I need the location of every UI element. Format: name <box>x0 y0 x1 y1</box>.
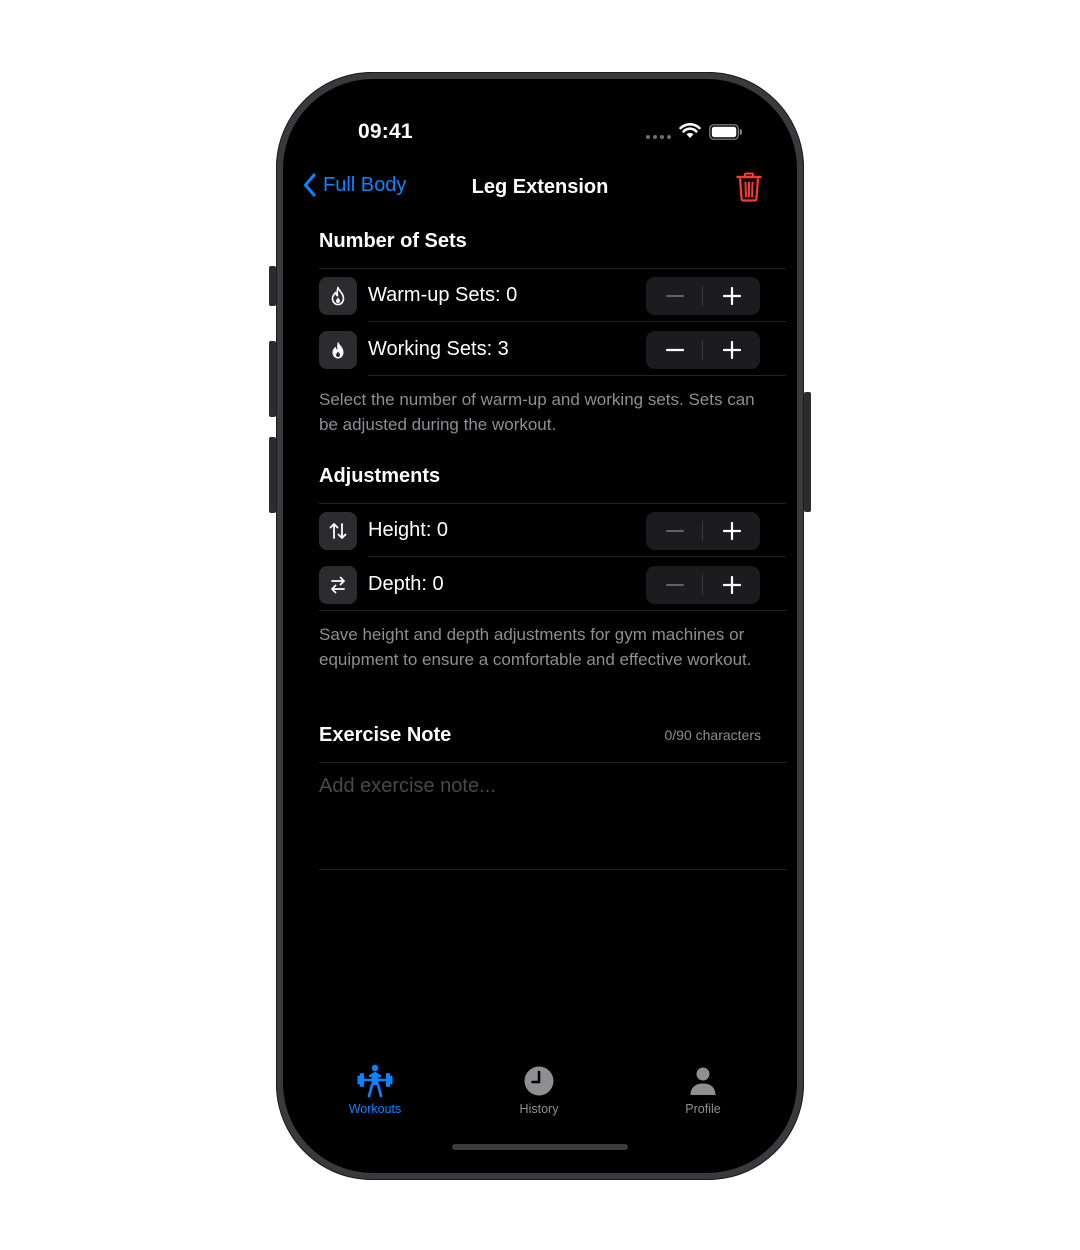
clock-icon <box>524 1066 554 1096</box>
sets-section-header: Number of Sets <box>319 230 467 252</box>
arrows-up-down-icon <box>319 512 357 550</box>
warmup-sets-stepper <box>646 277 760 315</box>
note-character-count: 0/90 characters <box>664 727 762 743</box>
delete-exercise-button[interactable] <box>736 172 762 207</box>
flame-filled-icon <box>319 331 357 369</box>
warmup-sets-decrement-button[interactable] <box>646 277 703 315</box>
sets-section-footer: Select the number of warm-up and working… <box>319 390 755 434</box>
divider <box>319 503 786 504</box>
cellular-signal-icon <box>646 135 671 139</box>
depth-stepper <box>646 566 760 604</box>
divider <box>368 375 786 376</box>
tab-history-label: History <box>519 1102 559 1116</box>
divider <box>319 268 786 269</box>
weightlifter-icon <box>357 1064 393 1098</box>
depth-row: Depth: 0 <box>319 565 761 605</box>
minus-icon <box>665 530 684 532</box>
depth-label: Depth: 0 <box>368 573 444 595</box>
height-label: Height: 0 <box>368 519 449 541</box>
exercise-note-input[interactable] <box>319 775 759 855</box>
height-increment-button[interactable] <box>703 512 760 550</box>
battery-icon <box>709 124 742 140</box>
app-screen: 09:41 Full Body Leg Extension Number of … <box>283 79 797 1173</box>
status-time: 09:41 <box>358 120 413 143</box>
height-stepper <box>646 512 760 550</box>
minus-icon <box>665 348 684 352</box>
warmup-sets-row: Warm-up Sets: 0 <box>319 276 761 316</box>
tab-profile[interactable]: Profile <box>658 1064 748 1116</box>
working-sets-row: Working Sets: 3 <box>319 330 761 370</box>
trash-icon <box>736 172 762 202</box>
plus-icon <box>722 576 741 594</box>
tab-workouts[interactable]: Workouts <box>330 1064 420 1116</box>
tab-workouts-label: Workouts <box>348 1102 402 1116</box>
flame-outline-icon <box>319 277 357 315</box>
height-decrement-button[interactable] <box>646 512 703 550</box>
tab-history[interactable]: History <box>494 1064 584 1116</box>
working-sets-label: Working Sets: 3 <box>368 338 509 360</box>
plus-icon <box>722 287 741 305</box>
wifi-icon <box>679 123 701 138</box>
divider <box>319 610 786 611</box>
divider <box>368 556 786 557</box>
person-icon <box>690 1067 716 1095</box>
working-sets-stepper <box>646 331 760 369</box>
minus-icon <box>665 584 684 586</box>
arrows-left-right-icon <box>319 566 357 604</box>
plus-icon <box>722 341 741 359</box>
working-sets-decrement-button[interactable] <box>646 331 703 369</box>
working-sets-increment-button[interactable] <box>703 331 760 369</box>
divider <box>368 321 786 322</box>
minus-icon <box>665 295 684 297</box>
divider <box>319 762 786 763</box>
depth-decrement-button[interactable] <box>646 566 703 604</box>
warmup-sets-label: Warm-up Sets: 0 <box>368 284 518 306</box>
plus-icon <box>722 522 741 540</box>
warmup-sets-increment-button[interactable] <box>703 277 760 315</box>
adjustments-section-footer: Save height and depth adjustments for gy… <box>319 625 752 669</box>
power-button <box>804 392 811 512</box>
home-indicator <box>452 1144 628 1150</box>
volume-up-button <box>269 341 276 417</box>
depth-increment-button[interactable] <box>703 566 760 604</box>
page-title: Leg Extension <box>471 176 609 198</box>
volume-down-button <box>269 437 276 513</box>
height-row: Height: 0 <box>319 511 761 551</box>
action-button <box>269 266 276 306</box>
divider <box>319 869 786 870</box>
note-section-header: Exercise Note <box>319 724 452 746</box>
tab-profile-label: Profile <box>685 1102 721 1116</box>
adjustments-section-header: Adjustments <box>319 465 441 487</box>
